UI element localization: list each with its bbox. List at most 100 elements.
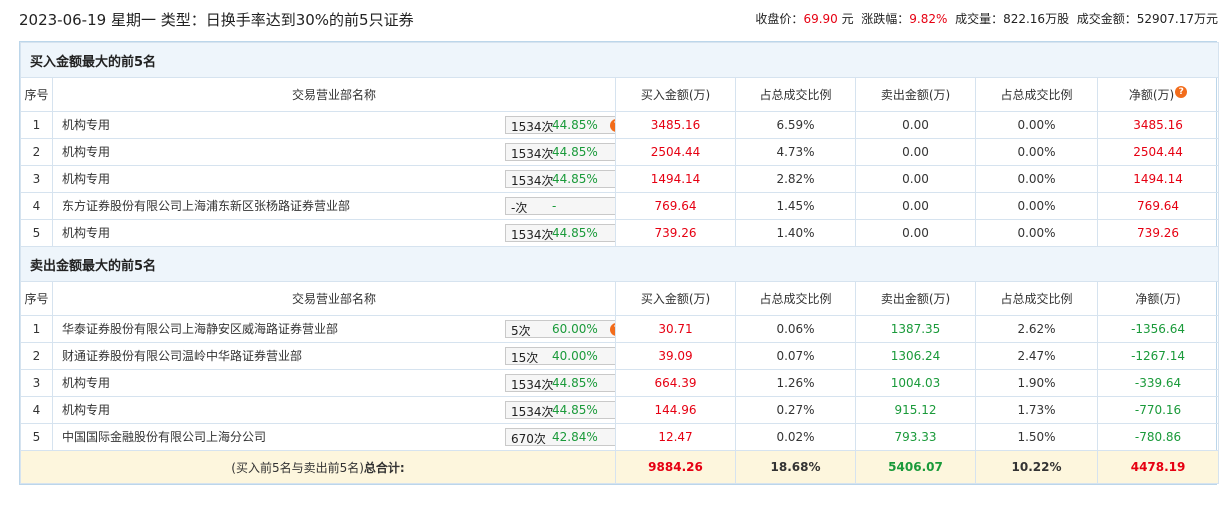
table-row: 1 华泰证券股份有限公司上海静安区威海路证券营业部 5次 60.00%?30.710.… bbox=[20, 315, 1220, 343]
help-icon[interactable]: ? bbox=[1175, 86, 1188, 98]
close-label: 收盘价： bbox=[755, 12, 804, 26]
broker-name[interactable]: 机构专用 bbox=[62, 116, 110, 133]
appearance-count: 15次 bbox=[511, 351, 539, 365]
total-label-bold: 总合计: bbox=[363, 460, 405, 475]
broker-name[interactable]: 中国国际金融股份有限公司上海分公司 bbox=[62, 428, 266, 445]
sell-amount: 1306.24 bbox=[855, 342, 976, 370]
sell-ratio: 0.00% bbox=[975, 165, 1098, 193]
column-header-label: 卖出金额(万) bbox=[880, 88, 951, 102]
rise-probability: 44.85% bbox=[552, 145, 598, 159]
broker-stats-button[interactable]: 1534次44.85%? bbox=[505, 116, 615, 134]
row-index: 3 bbox=[20, 165, 53, 193]
column-header: 占总成交比例 bbox=[975, 281, 1098, 316]
broker-stats-button[interactable]: 5次 60.00%? bbox=[505, 320, 615, 338]
rise-probability: 44.85% bbox=[552, 226, 598, 240]
broker-cell: 机构专用 1534次44.85%? bbox=[52, 111, 616, 139]
column-header: 占总成交比例 bbox=[735, 281, 856, 316]
column-header-label: 买入金额(万) bbox=[640, 88, 711, 102]
broker-name[interactable]: 机构专用 bbox=[62, 224, 110, 241]
column-header-label: 交易营业部名称 bbox=[291, 292, 376, 306]
buy-ratio: 0.06% bbox=[735, 315, 856, 343]
column-header: 买入金额(万) bbox=[615, 281, 736, 316]
dragon-tiger-table: 买入金额最大的前5名 序号 交易营业部名称 买入金额(万) 占总成交比例 卖出金额(万) 占… bbox=[19, 41, 1220, 485]
broker-name[interactable]: 机构专用 bbox=[62, 401, 110, 418]
broker-stats-button[interactable]: 1534次 44.85% bbox=[505, 170, 615, 188]
top-bar: 2023-06-19 星期一 类型：日换手率达到30%的前5只证券 收盘价：69… bbox=[0, 0, 1225, 36]
volume-label: 成交量： bbox=[955, 12, 1004, 26]
net-amount: 1494.14 bbox=[1096, 165, 1220, 193]
broker-name[interactable]: 财通证券股份有限公司温岭中华路证券营业部 bbox=[62, 347, 302, 364]
broker-cell: 中国国际金融股份有限公司上海分公司 670次 42.84% bbox=[52, 423, 616, 451]
broker-stats-button[interactable]: 1534次 44.85% bbox=[505, 374, 615, 392]
broker-name[interactable]: 东方证券股份有限公司上海浦东新区张杨路证券营业部 bbox=[62, 197, 350, 214]
broker-name[interactable]: 机构专用 bbox=[62, 374, 110, 391]
broker-stats-button[interactable]: 15次 40.00% bbox=[505, 347, 615, 365]
rise-probability: - bbox=[552, 199, 557, 213]
broker-name[interactable]: 机构专用 bbox=[62, 143, 110, 160]
buy_section-title-row: 买入金额最大的前5名 bbox=[19, 42, 1220, 78]
broker-name[interactable]: 机构专用 bbox=[62, 170, 110, 187]
column-header-label: 买入金额(万) bbox=[640, 292, 711, 306]
page-title: 2023-06-19 星期一 类型：日换手率达到30%的前5只证券 bbox=[19, 11, 414, 29]
buy-amount: 2504.44 bbox=[615, 138, 736, 166]
buy-ratio: 2.82% bbox=[735, 165, 856, 193]
column-header: 占总成交比例 bbox=[975, 77, 1098, 112]
row-index: 5 bbox=[20, 219, 53, 247]
buy-ratio: 1.45% bbox=[735, 192, 856, 220]
help-icon[interactable]: ? bbox=[610, 119, 615, 132]
total-sell: 5406.07 bbox=[855, 450, 976, 484]
broker-cell: 财通证券股份有限公司温岭中华路证券营业部 15次 40.00% bbox=[52, 342, 616, 370]
rise-probability: 44.85% bbox=[552, 376, 598, 390]
buy-amount: 3485.16 bbox=[615, 111, 736, 139]
column-header: 占总成交比例 bbox=[735, 77, 856, 112]
column-header: 序号 bbox=[20, 77, 53, 112]
row-index: 4 bbox=[20, 396, 53, 424]
broker-stats-button[interactable]: 670次 42.84% bbox=[505, 428, 615, 446]
buy_section-header-row: 序号 交易营业部名称 买入金额(万) 占总成交比例 卖出金额(万) 占总成交比例 净额(万)… bbox=[20, 77, 1220, 112]
section-title: 卖出金额最大的前5名 bbox=[19, 246, 1220, 282]
table-row: 2 机构专用 1534次 44.85% 2504.44 4.73% 0.00 0.00% 250… bbox=[20, 138, 1220, 166]
sell-amount: 0.00 bbox=[855, 165, 976, 193]
broker-cell: 机构专用 1534次 44.85% bbox=[52, 396, 616, 424]
broker-name[interactable]: 华泰证券股份有限公司上海静安区威海路证券营业部 bbox=[62, 320, 338, 337]
column-header-label: 序号 bbox=[24, 292, 49, 306]
broker-stats-button[interactable]: 1534次 44.85% bbox=[505, 143, 615, 161]
broker-cell: 华泰证券股份有限公司上海静安区威海路证券营业部 5次 60.00%? bbox=[52, 315, 616, 343]
broker-stats-button[interactable]: 1534次 44.85% bbox=[505, 224, 615, 242]
table-row: 3 机构专用 1534次 44.85% 664.39 1.26% 1004.03 1.90% -… bbox=[20, 369, 1220, 397]
buy-ratio: 1.40% bbox=[735, 219, 856, 247]
column-header-label: 占总成交比例 bbox=[759, 292, 832, 306]
buy-amount: 30.71 bbox=[615, 315, 736, 343]
rise-probability: 60.00% bbox=[552, 322, 598, 336]
sell-ratio: 2.62% bbox=[975, 315, 1098, 343]
help-icon[interactable]: ? bbox=[610, 323, 615, 336]
appearance-count: 670次 bbox=[511, 432, 546, 446]
total-buy-ratio: 18.68% bbox=[735, 450, 856, 484]
buy-amount: 39.09 bbox=[615, 342, 736, 370]
table-row: 4 东方证券股份有限公司上海浦东新区张杨路证券营业部 -次 -769.64 1.45% 0… bbox=[20, 192, 1220, 220]
total-label-prefix: (买入前5名与卖出前5名) bbox=[231, 460, 364, 475]
sell-amount: 915.12 bbox=[855, 396, 976, 424]
column-header-label: 占总成交比例 bbox=[1000, 88, 1073, 102]
sell-amount: 1387.35 bbox=[855, 315, 976, 343]
broker-cell: 东方证券股份有限公司上海浦东新区张杨路证券营业部 -次 - bbox=[52, 192, 616, 220]
change-label: 涨跌幅： bbox=[861, 12, 910, 26]
appearance-count: 1534次 bbox=[511, 174, 554, 188]
buy-ratio: 0.07% bbox=[735, 342, 856, 370]
appearance-count: 5次 bbox=[511, 324, 531, 338]
change-value: 9.82% bbox=[909, 12, 948, 26]
net-amount: -1267.14 bbox=[1096, 342, 1220, 370]
broker-stats-button[interactable]: -次 - bbox=[505, 197, 615, 215]
appearance-count: 1534次 bbox=[511, 228, 554, 242]
column-header: 净额(万)? bbox=[1096, 77, 1220, 112]
column-header: 卖出金额(万) bbox=[855, 77, 976, 112]
table-row: 5 中国国际金融股份有限公司上海分公司 670次 42.84% 12.47 0.02% 79… bbox=[20, 423, 1220, 451]
section-title: 买入金额最大的前5名 bbox=[19, 42, 1220, 78]
total-sell-ratio: 10.22% bbox=[975, 450, 1098, 484]
buy-amount: 144.96 bbox=[615, 396, 736, 424]
broker-stats-button[interactable]: 1534次 44.85% bbox=[505, 401, 615, 419]
appearance-count: -次 bbox=[511, 201, 528, 215]
sell-ratio: 0.00% bbox=[975, 138, 1098, 166]
sell-ratio: 0.00% bbox=[975, 192, 1098, 220]
net-amount: -1356.64 bbox=[1096, 315, 1220, 343]
